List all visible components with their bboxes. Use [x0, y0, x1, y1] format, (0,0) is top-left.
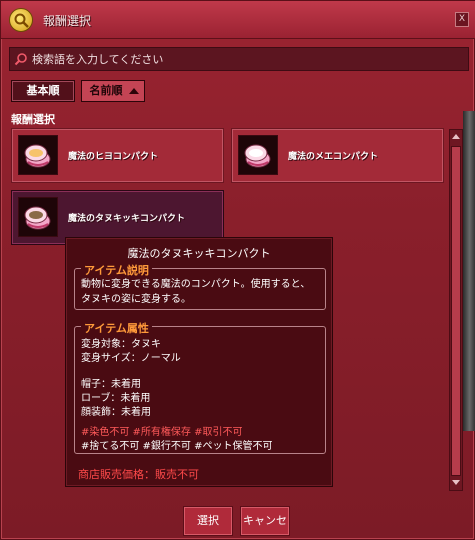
- sort-name-label: 名前順: [89, 84, 123, 97]
- attribute-line: ローブ：未着用: [81, 393, 151, 404]
- titlebar[interactable]: 報酬選択 X: [1, 1, 475, 39]
- description-line: タヌキの姿に変身する。: [81, 294, 191, 305]
- sort-name-button[interactable]: 名前順: [81, 80, 145, 102]
- search-input[interactable]: [32, 50, 462, 68]
- scroll-thumb[interactable]: [451, 146, 461, 476]
- scroll-up-icon[interactable]: [451, 132, 461, 142]
- item-description-box: アイテム説明 動物に変身できる魔法のコンパクト。使用すると、 タヌキの姿に変身す…: [74, 262, 326, 310]
- reward-item-name: 魔法のヒヨコンパクト: [68, 152, 159, 162]
- list-scrollbar[interactable]: [449, 129, 463, 491]
- description-line: 動物に変身できる魔法のコンパクト。使用すると、: [81, 279, 311, 290]
- select-button[interactable]: 選択: [183, 506, 233, 536]
- flags-line: #捨てる不可 #銀行不可 #ペット保管不可: [81, 441, 273, 452]
- cancel-button[interactable]: キャンセル: [240, 506, 290, 536]
- sort-up-arrow-icon: [129, 88, 139, 94]
- compact-icon: [18, 135, 58, 175]
- item-attributes-tag: アイテム属性: [81, 320, 152, 336]
- item-tooltip: 魔法のタヌキッキコンパクト アイテム説明 動物に変身できる魔法のコンパクト。使用…: [65, 237, 333, 487]
- attribute-line: 帽子：未着用: [81, 379, 141, 390]
- attribute-line: 変身対象：タヌキ: [81, 339, 161, 350]
- tooltip-title: 魔法のタヌキッキコンパクト: [127, 247, 271, 260]
- reward-search-icon: [9, 8, 33, 32]
- flags-line: #染色不可 #所有権保存 #取引不可: [81, 427, 243, 438]
- reward-item-name: 魔法のタヌキッキコンパクト: [68, 214, 186, 224]
- close-button[interactable]: X: [455, 12, 469, 27]
- sort-basic-button[interactable]: 基本順: [11, 80, 75, 102]
- background-strip: [463, 111, 475, 431]
- search-icon: [14, 53, 27, 66]
- item-attributes-box: アイテム属性 変身対象：タヌキ 変身サイズ：ノーマル 帽子：未着用 ローブ：未着…: [74, 320, 326, 454]
- search-bar[interactable]: [9, 47, 469, 71]
- reward-item-name: 魔法のメエコンパクト: [288, 152, 379, 162]
- attribute-line: 変身サイズ：ノーマル: [81, 353, 181, 364]
- reward-item-hiyoko[interactable]: 魔法のヒヨコンパクト: [11, 128, 224, 183]
- window-title: 報酬選択: [43, 14, 92, 28]
- reward-item-mee[interactable]: 魔法のメエコンパクト: [231, 128, 444, 183]
- attribute-line: 顔装飾：未着用: [81, 407, 151, 418]
- compact-icon: [238, 135, 278, 175]
- compact-icon: [18, 197, 58, 237]
- shop-price: 商店販売価格：販売不可: [78, 468, 199, 481]
- scroll-down-icon[interactable]: [451, 478, 461, 488]
- reward-selection-window: 報酬選択 X 基本順 名前順 報酬選択 魔法のヒヨコンパクト: [0, 0, 475, 540]
